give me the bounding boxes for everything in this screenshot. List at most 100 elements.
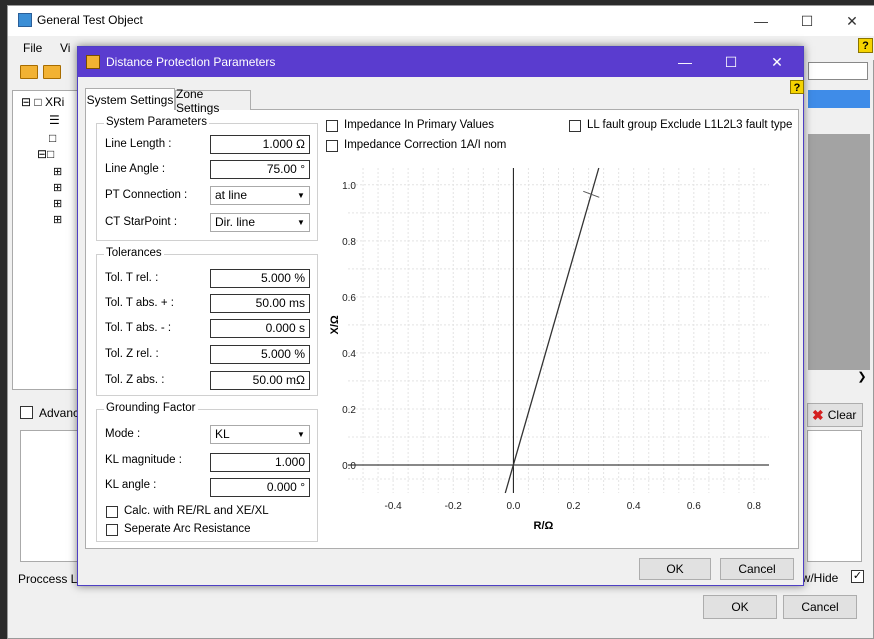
advanced-checkbox[interactable] bbox=[20, 406, 33, 419]
ct-starpoint-select[interactable]: Dir. line ▼ bbox=[210, 213, 310, 232]
pt-connection-select[interactable]: at line ▼ bbox=[210, 186, 310, 205]
tree-expand-icon[interactable]: ⊞ bbox=[53, 213, 62, 226]
arc-resistance-checkbox[interactable] bbox=[106, 524, 118, 536]
y-tick-label: 0.8 bbox=[342, 237, 356, 248]
log-panel bbox=[20, 430, 80, 562]
clear-button[interactable]: ✖ Clear bbox=[807, 403, 863, 427]
main-cancel-button[interactable]: Cancel bbox=[783, 595, 857, 619]
kl-magnitude-field[interactable]: 1.000 bbox=[210, 453, 310, 472]
advanced-label: Advanc bbox=[39, 406, 80, 420]
kl-angle-field[interactable]: 0.000 ° bbox=[210, 478, 310, 497]
pt-connection-label: PT Connection : bbox=[105, 189, 188, 201]
maximize-icon[interactable]: ☐ bbox=[708, 47, 754, 77]
y-tick-label: 0.6 bbox=[342, 293, 356, 304]
selected-row[interactable] bbox=[808, 90, 870, 108]
y-tick-label: 1.0 bbox=[342, 181, 356, 192]
impedance-primary-checkbox[interactable] bbox=[326, 120, 338, 132]
tol-z-rel-field[interactable]: 5.000 % bbox=[210, 345, 310, 364]
y-tick-label: 0.2 bbox=[342, 405, 356, 416]
tolerances-group: Tolerances Tol. T rel. : 5.000 % Tol. T … bbox=[96, 247, 318, 396]
tol-t-abs-plus-label: Tol. T abs. + : bbox=[105, 297, 174, 309]
tol-z-rel-label: Tol. Z rel. : bbox=[105, 348, 159, 360]
tree-expand-icon[interactable]: ⊟□ bbox=[37, 147, 54, 161]
pt-connection-value: at line bbox=[215, 188, 248, 202]
dialog-titlebar: Distance Protection Parameters — ☐ ✕ bbox=[78, 47, 803, 77]
clear-icon: ✖ bbox=[812, 406, 824, 423]
group-title: Tolerances bbox=[104, 247, 164, 259]
mode-value: KL bbox=[215, 427, 230, 441]
dialog-title: Distance Protection Parameters bbox=[106, 55, 276, 69]
tol-t-abs-minus-label: Tol. T abs. - : bbox=[105, 322, 172, 334]
arc-resistance-label: Seperate Arc Resistance bbox=[124, 523, 251, 535]
impedance-primary-label: Impedance In Primary Values bbox=[344, 119, 494, 131]
main-window-title: General Test Object bbox=[37, 13, 143, 27]
x-tick-label: 0.8 bbox=[747, 501, 761, 512]
tree-expand-icon[interactable]: ⊟ bbox=[21, 95, 31, 109]
object-icon: □ bbox=[49, 131, 57, 145]
dialog-ok-button[interactable]: OK bbox=[639, 558, 711, 580]
minimize-icon[interactable]: — bbox=[738, 6, 784, 36]
calc-re-rl-checkbox[interactable] bbox=[106, 506, 118, 518]
group-title: System Parameters bbox=[104, 116, 209, 128]
kl-magnitude-label: KL magnitude : bbox=[105, 454, 182, 466]
tab-system-settings[interactable]: System Settings bbox=[85, 88, 175, 110]
ll-fault-label: LL fault group Exclude L1L2L3 fault type bbox=[587, 119, 793, 131]
tol-t-rel-field[interactable]: 5.000 % bbox=[210, 269, 310, 288]
output-panel bbox=[807, 430, 862, 562]
close-icon[interactable]: ✕ bbox=[754, 47, 800, 77]
ll-fault-checkbox[interactable] bbox=[569, 120, 581, 132]
tol-t-rel-label: Tol. T rel. : bbox=[105, 272, 159, 284]
menu-view[interactable]: Vi bbox=[60, 41, 70, 55]
maximize-icon[interactable]: ☐ bbox=[784, 6, 830, 36]
tab-zone-settings[interactable]: Zone Settings bbox=[175, 87, 251, 115]
ct-starpoint-label: CT StarPoint : bbox=[105, 216, 178, 228]
impedance-correction-label: Impedance Correction 1A/I nom bbox=[344, 139, 507, 151]
x-tick-label: 0.4 bbox=[627, 501, 641, 512]
line-length-field[interactable]: 1.000 Ω bbox=[210, 135, 310, 154]
x-tick-label: 0.0 bbox=[506, 501, 520, 512]
tree-expand-icon[interactable]: ⊞ bbox=[53, 181, 62, 194]
mode-select[interactable]: KL ▼ bbox=[210, 425, 310, 444]
line-angle-field[interactable]: 75.00 ° bbox=[210, 160, 310, 179]
dialog-cancel-button[interactable]: Cancel bbox=[720, 558, 794, 580]
grounding-factor-group: Grounding Factor Mode : KL ▼ KL magnitud… bbox=[96, 402, 318, 542]
main-ok-button[interactable]: OK bbox=[703, 595, 777, 619]
scroll-right-icon[interactable]: ❯ bbox=[853, 370, 871, 386]
main-toolbar bbox=[8, 61, 78, 87]
x-tick-label: -0.2 bbox=[445, 501, 463, 512]
help-icon[interactable]: ? bbox=[858, 38, 873, 53]
open-folder-icon[interactable] bbox=[20, 65, 38, 79]
tree-expand-icon[interactable]: ⊞ bbox=[53, 165, 62, 178]
distance-protection-dialog: Distance Protection Parameters — ☐ ✕ ? S… bbox=[77, 46, 804, 586]
y-tick-label: 0.4 bbox=[342, 349, 356, 360]
line-angle-label: Line Angle : bbox=[105, 163, 166, 175]
impedance-plot[interactable]: -0.4 -0.2 0.0 0.2 0.4 0.6 0.8 0.0 0.2 0.4 0.6 0.8 1.… bbox=[328, 161, 778, 541]
list-icon: ☰ bbox=[49, 113, 60, 127]
minimize-icon[interactable]: — bbox=[662, 47, 708, 77]
tol-t-abs-minus-field[interactable]: 0.000 s bbox=[210, 319, 310, 338]
tol-z-abs-label: Tol. Z abs. : bbox=[105, 374, 165, 386]
tol-z-abs-field[interactable]: 50.00 mΩ bbox=[210, 371, 310, 390]
chevron-down-icon: ▼ bbox=[297, 191, 305, 200]
tol-t-abs-plus-field[interactable]: 50.00 ms bbox=[210, 294, 310, 313]
show-hide-checkbox[interactable]: ✓ bbox=[851, 570, 864, 583]
x-tick-label: 0.2 bbox=[567, 501, 581, 512]
tree-panel: ⊟ □ XRi ☰ □ ⊟□ ⊞ ⊞ ⊞ ⊞ bbox=[12, 90, 84, 390]
tree-expand-icon[interactable]: ⊞ bbox=[53, 197, 62, 210]
tree-node-label: XRi bbox=[45, 95, 65, 109]
kl-angle-label: KL angle : bbox=[105, 479, 157, 491]
object-icon: □ bbox=[34, 95, 42, 109]
process-log-label: Proccess Lo bbox=[18, 572, 85, 586]
x-axis-label: R/Ω bbox=[534, 520, 554, 532]
clear-label: Clear bbox=[827, 408, 857, 422]
menu-file[interactable]: File bbox=[23, 41, 42, 55]
calc-re-rl-label: Calc. with RE/RL and XE/XL bbox=[124, 505, 269, 517]
help-icon[interactable]: ? bbox=[790, 80, 804, 94]
right-input[interactable] bbox=[808, 62, 868, 80]
open-folder-icon[interactable] bbox=[43, 65, 61, 79]
impedance-correction-checkbox[interactable] bbox=[326, 140, 338, 152]
close-icon[interactable]: ✕ bbox=[829, 6, 874, 36]
main-titlebar: General Test Object — ☐ ✕ bbox=[8, 6, 874, 36]
x-tick-label: -0.4 bbox=[384, 501, 402, 512]
tree-node-root[interactable]: ⊟ □ XRi bbox=[21, 95, 64, 109]
